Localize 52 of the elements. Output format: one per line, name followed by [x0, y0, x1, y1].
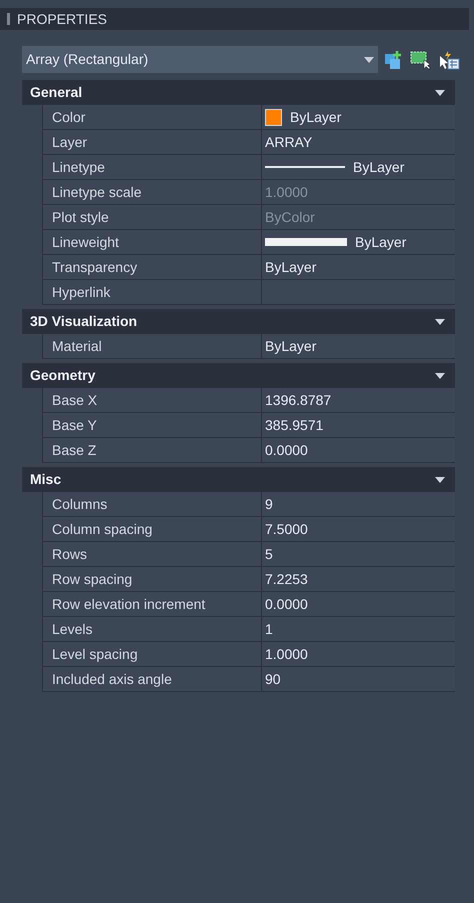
section-header[interactable]: Geometry — [22, 363, 455, 388]
property-label: Linetype — [43, 155, 262, 179]
property-value[interactable]: 7.2253 — [265, 568, 308, 590]
caret-icon — [435, 316, 445, 326]
property-label: Lineweight — [43, 230, 262, 254]
property-value[interactable]: ByLayer — [290, 106, 342, 128]
caret-icon — [435, 88, 445, 98]
property-value[interactable]: ByLayer — [265, 336, 316, 356]
property-label: Levels — [43, 617, 262, 641]
add-selection-icon[interactable] — [384, 50, 404, 70]
property-value[interactable]: ByLayer — [355, 232, 406, 252]
quick-select-icon[interactable] — [438, 50, 460, 70]
property-label: Row elevation increment — [43, 592, 262, 616]
property-label: Base Y — [43, 413, 262, 437]
caret-icon — [364, 56, 374, 62]
grip-icon — [7, 13, 10, 25]
property-value[interactable]: 1396.8787 — [265, 390, 332, 410]
panel-title: PROPERTIES — [17, 10, 107, 28]
property-label: Base Z — [43, 438, 262, 462]
property-value[interactable]: 1 — [265, 618, 273, 640]
property-label: Hyperlink — [43, 280, 262, 304]
select-objects-icon[interactable] — [410, 50, 432, 70]
caret-icon — [435, 474, 445, 484]
property-label: Columns — [43, 492, 262, 516]
property-value[interactable]: 0.0000 — [265, 440, 308, 460]
property-value[interactable]: ByLayer — [353, 156, 404, 178]
section-header[interactable]: Misc — [22, 467, 455, 492]
property-label: Included axis angle — [43, 667, 262, 691]
property-label: Layer — [43, 130, 262, 154]
property-value[interactable]: 7.5000 — [265, 518, 308, 540]
property-label: Base X — [43, 388, 262, 412]
property-label: Plot style — [43, 205, 262, 229]
property-label: Row spacing — [43, 567, 262, 591]
property-value[interactable]: ByLayer — [265, 256, 316, 278]
property-label: Color — [43, 105, 262, 129]
caret-icon — [435, 370, 445, 380]
property-label: Linetype scale — [43, 180, 262, 204]
section-header[interactable]: General — [22, 80, 455, 105]
property-value[interactable]: 1.0000 — [265, 644, 308, 664]
section-header[interactable]: 3D Visualization — [22, 309, 455, 334]
object-type-dropdown[interactable]: Array (Rectangular) — [22, 46, 378, 73]
property-value[interactable]: 9 — [265, 494, 273, 514]
property-label: Material — [43, 334, 262, 358]
property-label: Column spacing — [43, 517, 262, 541]
property-value[interactable]: 5 — [265, 544, 273, 564]
property-value[interactable]: 385.9571 — [265, 414, 324, 436]
property-value[interactable]: ARRAY — [265, 132, 312, 152]
property-label: Rows — [43, 542, 262, 566]
property-label: Transparency — [43, 255, 262, 279]
property-label: Level spacing — [43, 642, 262, 666]
property-value[interactable]: 90 — [265, 668, 281, 690]
property-value[interactable]: 0.0000 — [265, 594, 308, 614]
